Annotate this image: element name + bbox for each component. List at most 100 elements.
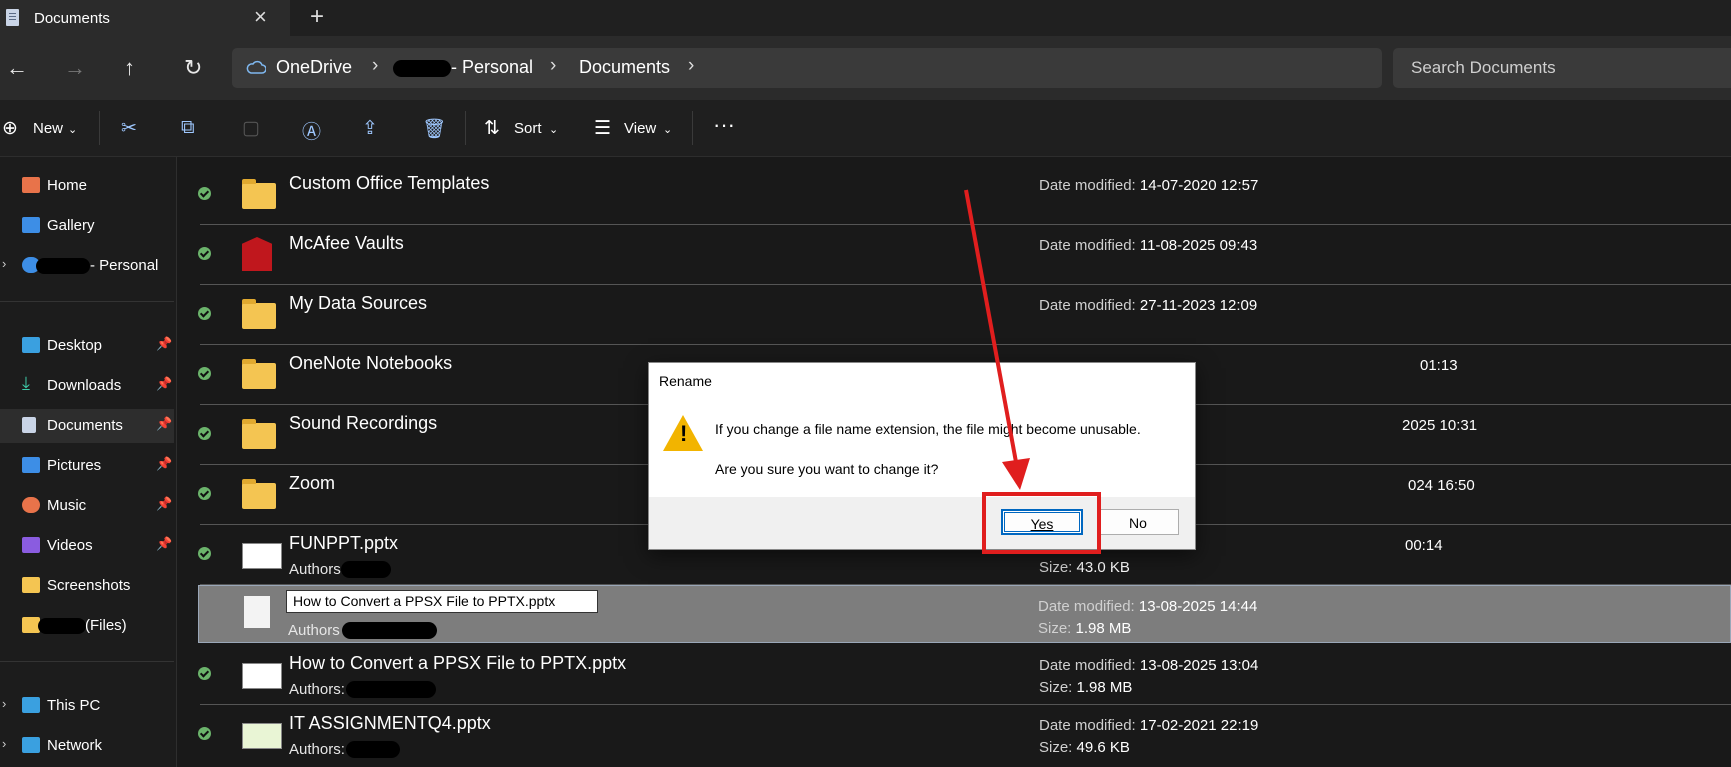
- search-input[interactable]: Search Documents: [1393, 48, 1731, 88]
- sidebar-item-music[interactable]: Music 📌: [0, 489, 174, 523]
- file-row[interactable]: Custom Office Templates Date modified: 1…: [198, 165, 1731, 225]
- size-value: 49.6 KB: [1076, 739, 1130, 756]
- refresh-button[interactable]: ↻: [184, 55, 202, 81]
- file-row[interactable]: How to Convert a PPSX File to PPTX.pptx …: [198, 645, 1731, 705]
- tab-title: Documents: [34, 10, 110, 27]
- pin-icon[interactable]: 📌: [156, 416, 172, 432]
- paste-icon[interactable]: ▢: [242, 117, 260, 140]
- pin-icon[interactable]: 📌: [156, 376, 172, 392]
- rename-icon[interactable]: Ⓐ: [302, 117, 321, 144]
- modified-label: Date modified:: [1039, 657, 1136, 674]
- modified-value: 17-02-2021 22:19: [1139, 717, 1259, 734]
- divider: [0, 301, 174, 302]
- sidebar-item-label: - Personal: [90, 257, 159, 274]
- file-row[interactable]: McAfee Vaults Date modified: 11-08-2025 …: [198, 225, 1731, 285]
- sync-status-icon: [198, 667, 211, 680]
- desktop-icon: [22, 337, 40, 353]
- no-button[interactable]: No: [1097, 509, 1179, 535]
- cut-icon[interactable]: ✂: [121, 117, 137, 140]
- size-value: 1.98 MB: [1076, 679, 1133, 696]
- sort-icon[interactable]: ⇅: [484, 117, 500, 140]
- forward-button[interactable]: →: [64, 55, 86, 81]
- view-button[interactable]: View: [624, 120, 656, 137]
- sidebar-item-desktop[interactable]: Desktop 📌: [0, 329, 174, 363]
- new-tab-button[interactable]: +: [310, 3, 324, 31]
- music-icon: [22, 497, 40, 513]
- chevron-down-icon[interactable]: ⌄: [68, 123, 77, 136]
- modified-label: Date modified:: [1038, 598, 1135, 615]
- share-icon[interactable]: ⇪: [362, 117, 378, 140]
- redaction: [341, 561, 391, 578]
- chevron-right-icon[interactable]: ›: [2, 696, 6, 711]
- sidebar-item-label: Videos: [47, 537, 93, 554]
- sidebar-item-onedrive[interactable]: › - Personal: [0, 249, 174, 283]
- pin-icon[interactable]: 📌: [156, 336, 172, 352]
- sidebar-item-label: Music: [47, 497, 87, 514]
- home-icon: [22, 177, 40, 193]
- file-modified: 2025 10:31: [1402, 417, 1477, 434]
- modified-value: 024 16:50: [1408, 477, 1475, 494]
- size-label: Size:: [1039, 559, 1073, 576]
- sync-status-icon: [198, 547, 211, 560]
- modified-label: Date modified:: [1039, 297, 1136, 314]
- copy-icon[interactable]: ⧉: [181, 117, 195, 139]
- modified-value: 00:14: [1405, 537, 1443, 554]
- back-button[interactable]: ←: [6, 55, 28, 81]
- sync-status-icon: [198, 727, 211, 740]
- tab-documents[interactable]: Documents ×: [0, 0, 290, 38]
- sidebar-item-screenshots[interactable]: Screenshots: [0, 569, 174, 603]
- file-modified: 024 16:50: [1408, 477, 1475, 494]
- redaction: [346, 741, 400, 758]
- sidebar-item-files[interactable]: (Files): [0, 609, 174, 643]
- chevron-right-icon[interactable]: ›: [2, 256, 6, 271]
- file-row[interactable]: My Data Sources Date modified: 27-11-202…: [198, 285, 1731, 345]
- file-modified: 01:13: [1420, 357, 1458, 374]
- folder-icon: [242, 359, 276, 389]
- file-size: Size: 43.0 KB: [1039, 559, 1130, 576]
- divider: [692, 111, 693, 145]
- sidebar-item-label: (Files): [85, 617, 127, 634]
- sidebar-item-this-pc[interactable]: › This PC: [0, 689, 174, 723]
- size-value: 1.98 MB: [1075, 620, 1132, 637]
- sidebar-item-network[interactable]: › Network: [0, 729, 174, 763]
- sidebar-item-pictures[interactable]: Pictures 📌: [0, 449, 174, 483]
- chevron-down-icon[interactable]: ⌄: [663, 123, 672, 136]
- more-options-icon[interactable]: ···: [713, 112, 735, 138]
- redaction: [346, 681, 436, 698]
- chevron-down-icon[interactable]: ⌄: [549, 123, 558, 136]
- mcafee-icon: [242, 237, 272, 271]
- plus-circle-icon[interactable]: ⊕: [2, 117, 18, 140]
- rename-input[interactable]: How to Convert a PPSX File to PPTX.pptx: [286, 590, 598, 613]
- up-button[interactable]: ↑: [124, 55, 135, 81]
- view-icon[interactable]: ☰: [594, 117, 611, 140]
- pptx-thumbnail: [242, 543, 282, 569]
- breadcrumb-documents[interactable]: Documents: [579, 57, 670, 78]
- pin-icon[interactable]: 📌: [156, 536, 172, 552]
- pin-icon[interactable]: 📌: [156, 456, 172, 472]
- modified-value: 13-08-2025 13:04: [1139, 657, 1259, 674]
- chevron-right-icon[interactable]: ›: [550, 55, 556, 77]
- folder-icon: [242, 179, 276, 209]
- chevron-right-icon[interactable]: ›: [688, 55, 694, 77]
- sidebar-item-videos[interactable]: Videos 📌: [0, 529, 174, 563]
- new-button[interactable]: New: [33, 120, 63, 137]
- size-value: 43.0 KB: [1076, 559, 1130, 576]
- close-icon[interactable]: ×: [254, 4, 267, 30]
- data-sources-folder-icon: [242, 299, 276, 329]
- sidebar-item-label: Desktop: [47, 337, 103, 354]
- sidebar-item-gallery[interactable]: Gallery: [0, 209, 174, 243]
- sidebar-item-home[interactable]: Home: [0, 169, 174, 203]
- file-row[interactable]: IT ASSIGNMENTQ4.pptx Authors: Date modif…: [198, 705, 1731, 764]
- delete-icon[interactable]: 🗑: [422, 117, 446, 141]
- sort-button[interactable]: Sort: [514, 120, 542, 137]
- pin-icon[interactable]: 📌: [156, 496, 172, 512]
- chevron-right-icon[interactable]: ›: [2, 736, 6, 751]
- chevron-right-icon[interactable]: ›: [372, 55, 378, 77]
- modified-value: 2025 10:31: [1402, 417, 1478, 434]
- sidebar-item-documents[interactable]: Documents 📌: [0, 409, 174, 443]
- breadcrumb-personal[interactable]: - Personal: [451, 57, 533, 78]
- breadcrumb-onedrive[interactable]: OneDrive: [276, 57, 352, 78]
- sidebar-item-downloads[interactable]: ⤓ Downloads 📌: [0, 369, 174, 403]
- dialog-message: If you change a file name extension, the…: [715, 421, 1141, 437]
- file-name: My Data Sources: [289, 293, 428, 313]
